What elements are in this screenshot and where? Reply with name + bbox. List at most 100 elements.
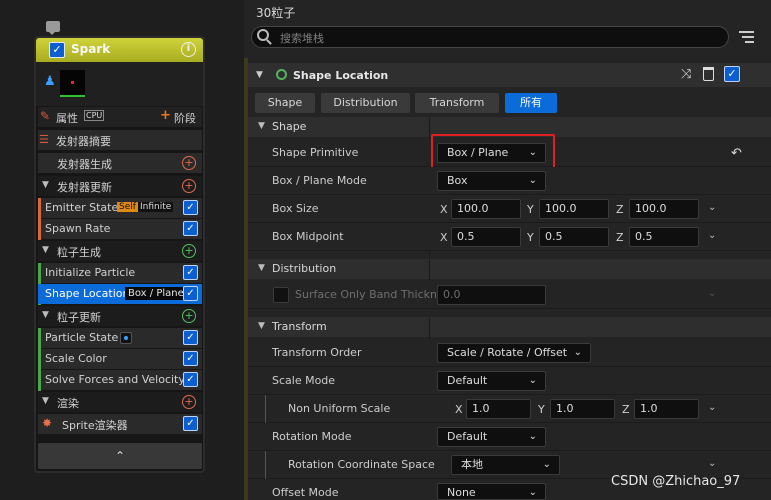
axis-x-label: X [455, 403, 463, 416]
section-transform[interactable]: ▼ Transform [248, 317, 771, 337]
expand-chevron-icon[interactable]: ⌄ [708, 458, 716, 469]
surface-only-checkbox[interactable] [273, 287, 289, 303]
indent-guide [265, 395, 266, 423]
dropdown-value: Scale / Rotate / Offset [447, 346, 568, 359]
tab-transform[interactable]: Transform [415, 93, 499, 113]
scale-mode-dropdown[interactable]: Default ⌄ [437, 371, 546, 391]
rotation-mode-dropdown[interactable]: Default ⌄ [437, 427, 546, 447]
add-module-icon[interactable]: + [182, 244, 196, 258]
shuffle-icon[interactable]: ⤨ [681, 67, 691, 82]
collapse-node-button[interactable]: ⌃ [38, 443, 202, 469]
chevron-down-icon: ⌄ [528, 175, 537, 186]
expand-chevron-icon[interactable]: ⌄ [708, 202, 716, 213]
dropdown-value: Default [447, 430, 488, 443]
solve-forces-row[interactable]: Solve Forces and Velocity ✓ [41, 370, 202, 390]
trash-icon[interactable] [703, 67, 714, 81]
shape-location-row[interactable]: Shape Location Box / Plane ✓ [38, 284, 202, 304]
module-enable-checkbox[interactable]: ✓ [183, 351, 198, 366]
emitter-state-row[interactable]: Emitter State Self Infinite ✓ [41, 198, 202, 218]
box-size-z-input[interactable]: 100.0 [629, 199, 699, 219]
expand-chevron-icon[interactable]: ⌄ [708, 230, 716, 241]
box-size-x-input[interactable]: 100.0 [451, 199, 521, 219]
particle-state-row[interactable]: Particle State ✓ [41, 328, 202, 348]
scale-z-input[interactable]: 1.0 [634, 399, 699, 419]
rotation-space-dropdown[interactable]: 本地 ⌄ [451, 455, 560, 475]
tab-distribution[interactable]: Distribution [321, 93, 410, 113]
particle-update-label: 粒子更新 [57, 311, 101, 324]
search-placeholder: 搜索堆栈 [280, 32, 324, 45]
box-size-y-input[interactable]: 100.0 [539, 199, 609, 219]
module-enable-checkbox[interactable]: ✓ [183, 330, 198, 345]
initialize-particle-label: Initialize Particle [45, 266, 136, 279]
properties-row[interactable]: ✎ 属性 CPU + 阶段 [38, 107, 202, 127]
sprite-renderer-row[interactable]: ✸ Sprite渲染器 ✓ [38, 414, 202, 434]
dropdown-value: None [447, 486, 476, 499]
scale-x-input[interactable]: 1.0 [466, 399, 531, 419]
module-enable-checkbox[interactable]: ✓ [724, 66, 740, 82]
spawn-rate-row[interactable]: Spawn Rate ✓ [41, 219, 202, 239]
section-distribution[interactable]: ▼ Distribution [248, 259, 771, 279]
collapse-arrow-icon[interactable]: ▼ [258, 321, 265, 331]
axis-y-label: Y [527, 231, 534, 244]
surface-only-input[interactable]: 0.0 [437, 285, 546, 305]
particle-update-header[interactable]: ▼ 粒子更新 + [38, 306, 202, 326]
add-module-icon[interactable]: + [182, 179, 196, 193]
emitter-update-header[interactable]: ▼ 发射器更新 + [38, 176, 202, 196]
reset-arrow-icon[interactable]: ↶ [731, 146, 742, 161]
dropdown-value: Box [447, 174, 468, 187]
module-enable-checkbox[interactable]: ✓ [183, 286, 198, 301]
sprite-icon: ✸ [42, 416, 53, 430]
box-plane-mode-dropdown[interactable]: Box ⌄ [437, 171, 546, 191]
collapse-arrow-icon[interactable]: ▼ [256, 70, 263, 80]
prop-label: Box / Plane Mode [272, 174, 367, 187]
properties-label: 属性 [56, 112, 78, 125]
transform-order-dropdown[interactable]: Scale / Rotate / Offset ⌄ [437, 343, 591, 363]
scale-y-input[interactable]: 1.0 [550, 399, 615, 419]
axis-x-label: X [440, 231, 448, 244]
emitter-enable-checkbox[interactable]: ✓ [49, 42, 65, 58]
collapse-arrow-icon[interactable]: ▼ [258, 121, 265, 131]
scale-color-row[interactable]: Scale Color ✓ [41, 349, 202, 369]
axis-z-label: Z [616, 231, 624, 244]
module-enable-checkbox[interactable]: ✓ [183, 200, 198, 215]
particle-spawn-header[interactable]: ▼ 粒子生成 + [38, 241, 202, 261]
box-midpoint-x-input[interactable]: 0.5 [451, 227, 521, 247]
render-header[interactable]: ▼ 渲染 + [38, 392, 202, 412]
offset-mode-dropdown[interactable]: None ⌄ [437, 483, 546, 500]
chevron-down-icon: ⌄ [528, 487, 537, 498]
chevron-down-icon: ⌄ [528, 375, 537, 386]
add-renderer-icon[interactable]: + [182, 395, 196, 409]
axis-x-label: X [440, 203, 448, 216]
collapse-arrow-icon[interactable]: ▼ [42, 310, 49, 320]
add-module-icon[interactable]: + [182, 156, 196, 170]
collapse-arrow-icon[interactable]: ▼ [258, 263, 265, 273]
watermark: CSDN @Zhichao_97 [611, 474, 741, 489]
expand-chevron-icon[interactable]: ⌄ [708, 402, 716, 413]
emitter-spawn-row[interactable]: 发射器生成 + [38, 153, 202, 173]
emitter-title: Spark [71, 42, 111, 56]
add-stage-icon[interactable]: + [160, 108, 171, 123]
search-icon [257, 29, 269, 41]
filter-menu-icon[interactable] [739, 31, 754, 43]
box-midpoint-y-input[interactable]: 0.5 [539, 227, 609, 247]
comment-icon[interactable] [46, 21, 60, 35]
tab-shape[interactable]: Shape [255, 93, 315, 113]
box-midpoint-z-input[interactable]: 0.5 [629, 227, 699, 247]
module-enable-checkbox[interactable]: ✓ [183, 221, 198, 236]
info-icon[interactable]: i [181, 42, 196, 57]
collapse-arrow-icon[interactable]: ▼ [42, 245, 49, 255]
collapse-arrow-icon[interactable]: ▼ [42, 180, 49, 190]
emitter-summary-row[interactable]: ☰ 发射器摘要 [38, 130, 202, 150]
initialize-particle-row[interactable]: Initialize Particle ✓ [41, 263, 202, 283]
prop-label: Non Uniform Scale [288, 402, 391, 415]
add-module-icon[interactable]: + [182, 309, 196, 323]
tab-all[interactable]: 所有 [505, 93, 557, 113]
module-status-icon [276, 69, 287, 80]
collapse-arrow-icon[interactable]: ▼ [42, 396, 49, 406]
add-stage-label[interactable]: 阶段 [174, 110, 196, 126]
renderer-enable-checkbox[interactable]: ✓ [183, 416, 198, 431]
section-label: Distribution [272, 262, 337, 275]
axis-y-label: Y [538, 403, 545, 416]
module-enable-checkbox[interactable]: ✓ [183, 265, 198, 280]
module-enable-checkbox[interactable]: ✓ [183, 372, 198, 387]
